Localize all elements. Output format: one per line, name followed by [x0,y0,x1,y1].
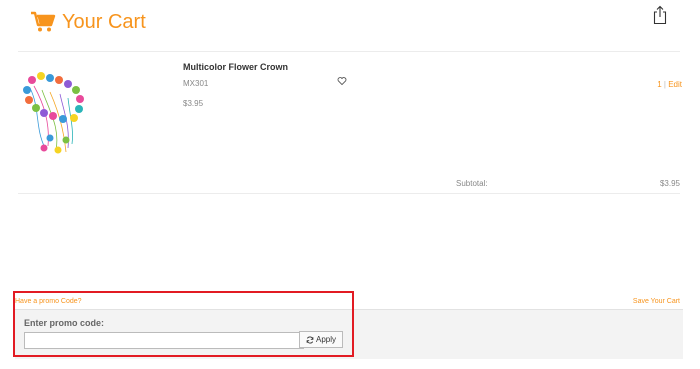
share-icon[interactable] [651,5,669,25]
apply-button-label: Apply [315,335,336,344]
edit-item-link[interactable]: Edit [668,80,682,89]
apply-promo-button[interactable]: Apply [299,331,343,348]
product-sku: MX301 [183,79,209,88]
subtotal-value: $3.95 [659,179,680,188]
quantity-edit: 1 | Edit [657,80,682,89]
product-name[interactable]: Multicolor Flower Crown [183,62,288,72]
promo-code-link[interactable]: Have a promo Code? [15,298,82,305]
shopping-cart-icon [31,11,56,32]
promo-field-label: Enter promo code: [24,318,105,328]
refresh-icon [306,335,314,344]
promo-code-input[interactable] [24,332,304,349]
divider [18,193,680,194]
product-image[interactable] [20,68,92,158]
subtotal-label: Subtotal: [456,179,488,188]
product-price: $3.95 [183,99,204,108]
divider [18,51,680,52]
save-cart-link[interactable]: Save Your Cart [633,298,680,305]
page-title: Your Cart [62,10,146,33]
heart-icon[interactable] [337,76,347,86]
cart-header: Your Cart [30,6,146,38]
